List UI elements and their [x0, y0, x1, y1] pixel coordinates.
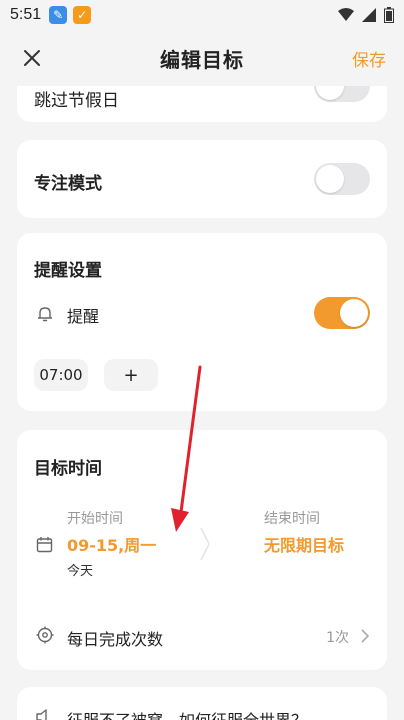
speaker-icon: [36, 709, 47, 720]
skip-holidays-toggle[interactable]: [314, 86, 370, 102]
chevron-right-icon[interactable]: [360, 629, 370, 643]
scroll-content[interactable]: 跳过节假日 专注模式 提醒设置 提醒 07:00 + 目标时间 开始时间 09-…: [0, 86, 404, 720]
signal-icon: [362, 8, 376, 22]
reminder-label: 提醒: [67, 307, 100, 326]
top-bar: 编辑目标 保存: [0, 30, 404, 86]
page-title: 编辑目标: [160, 47, 244, 72]
battery-icon: [384, 7, 394, 23]
bell-icon: [38, 307, 52, 322]
check-notification-icon: ✓: [73, 6, 92, 24]
start-date-sub: 今天: [67, 564, 94, 579]
start-time-label: 开始时间: [67, 511, 123, 527]
reminder-section-title: 提醒设置: [34, 261, 102, 281]
status-time: 5:51: [10, 6, 42, 23]
toggle-knob: [316, 165, 344, 193]
quote-card: 征服不了被窝，如何征服全世界？: [17, 687, 387, 720]
wifi-icon: [338, 8, 354, 21]
start-date-value[interactable]: 09-15,周一: [67, 532, 156, 556]
toggle-knob: [340, 299, 368, 327]
focus-mode-card: 专注模式: [17, 140, 387, 218]
calendar-icon: [36, 537, 53, 553]
chevron-right-divider-icon: [200, 527, 210, 561]
quote-text: 征服不了被窝，如何征服全世界？: [67, 707, 307, 720]
save-button[interactable]: 保存: [352, 46, 386, 71]
reminder-card: 提醒设置 提醒 07:00 +: [17, 233, 387, 411]
goal-time-card: 目标时间 开始时间 09-15,周一 今天 结束时间 无限期目标 每日完成次数 …: [17, 430, 387, 670]
close-icon[interactable]: [20, 46, 44, 70]
toggle-knob: [316, 86, 344, 100]
app-notification-icon: ✎: [49, 6, 68, 24]
reminder-toggle[interactable]: [314, 297, 370, 329]
reminder-time-chip[interactable]: 07:00: [34, 359, 88, 391]
skip-holidays-label: 跳过节假日: [34, 91, 119, 111]
end-date-value[interactable]: 无限期目标: [264, 532, 344, 556]
focus-mode-toggle[interactable]: [314, 163, 370, 195]
daily-completion-value[interactable]: 1次: [326, 627, 349, 647]
skip-holidays-card: 跳过节假日: [17, 86, 387, 122]
status-bar: 5:51 ✎ ✓: [0, 0, 404, 30]
end-time-label: 结束时间: [264, 511, 320, 527]
focus-mode-label: 专注模式: [34, 174, 102, 194]
target-icon: [36, 626, 54, 644]
daily-completion-label: 每日完成次数: [67, 630, 164, 649]
goal-time-section-title: 目标时间: [34, 459, 102, 479]
add-reminder-button[interactable]: +: [104, 359, 158, 391]
